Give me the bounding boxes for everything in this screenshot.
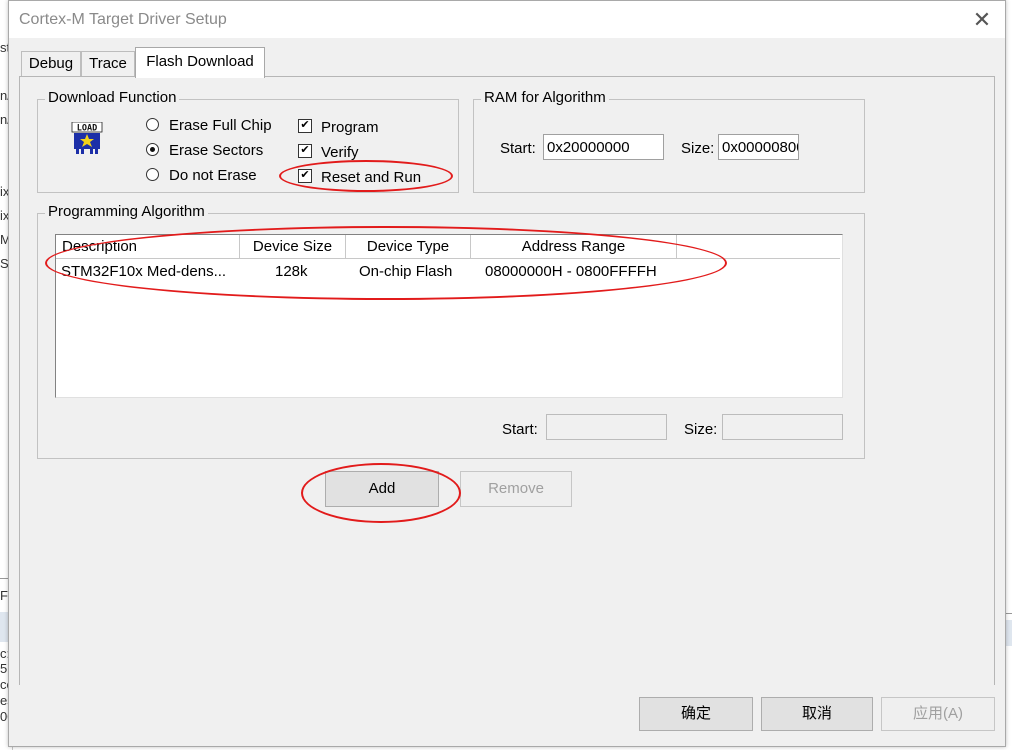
radio-label: Erase Sectors (169, 142, 264, 159)
title-bar[interactable]: Cortex-M Target Driver Setup ✕ (9, 1, 1005, 38)
checkbox-program[interactable]: ✔ Program (298, 119, 379, 137)
ram-start-label: Start: (500, 140, 536, 157)
radio-label: Do not Erase (169, 167, 257, 184)
column-header-device-type[interactable]: Device Type (346, 235, 471, 259)
load-icon: LOAD (71, 121, 103, 156)
cell-address-range: 08000000H - 0800FFFFH (485, 263, 657, 280)
algorithm-start-label: Start: (502, 421, 538, 438)
checkbox-label: Verify (321, 144, 359, 161)
cancel-button[interactable]: 取消 (761, 697, 873, 731)
table-row[interactable]: STM32F10x Med-dens... 128k On-chip Flash… (56, 260, 840, 282)
algorithm-table[interactable]: Description Device Size Device Type Addr… (55, 234, 843, 398)
tab-flash-download[interactable]: Flash Download (135, 47, 265, 78)
radio-do-not-erase[interactable]: Do not Erase (146, 167, 257, 185)
column-header-device-size[interactable]: Device Size (240, 235, 346, 259)
radio-label: Erase Full Chip (169, 117, 272, 134)
close-icon[interactable]: ✕ (969, 7, 995, 33)
add-button[interactable]: Add (325, 471, 439, 507)
cell-device-size: 128k (275, 263, 308, 280)
radio-circle-icon (146, 117, 159, 131)
column-header-empty (677, 235, 840, 259)
load-icon-text: LOAD (77, 124, 97, 134)
apply-button[interactable]: 应用(A) (881, 697, 995, 731)
dialog-window: Cortex-M Target Driver Setup ✕ Debug Tra… (8, 0, 1006, 747)
column-header-address-range[interactable]: Address Range (471, 235, 677, 259)
ram-for-algorithm-legend: RAM for Algorithm (481, 89, 609, 106)
column-header-description[interactable]: Description (56, 235, 240, 259)
ram-size-label: Size: (681, 140, 715, 157)
algorithm-size-label: Size: (684, 421, 718, 438)
checkbox-reset-and-run[interactable]: ✔ Reset and Run (298, 169, 421, 187)
ram-for-algorithm-group: RAM for Algorithm Start: 0x20000000 Size… (473, 89, 865, 193)
radio-erase-sectors[interactable]: Erase Sectors (146, 142, 263, 160)
download-function-group: Download Function LOAD Erase Full Chip E… (37, 89, 459, 193)
checkbox-label: Reset and Run (321, 169, 422, 186)
checkbox-verify[interactable]: ✔ Verify (298, 144, 359, 162)
cell-device-type: On-chip Flash (359, 263, 453, 280)
checkmark-icon: ✔ (298, 169, 312, 184)
algorithm-size-input[interactable] (722, 414, 843, 440)
checkbox-label: Program (321, 119, 379, 136)
algorithm-start-input[interactable] (546, 414, 667, 440)
checkmark-icon: ✔ (298, 144, 312, 159)
remove-button[interactable]: Remove (460, 471, 572, 507)
programming-algorithm-legend: Programming Algorithm (45, 203, 208, 220)
ram-start-input[interactable]: 0x20000000 (543, 134, 664, 160)
checkmark-icon: ✔ (298, 119, 312, 134)
radio-erase-full-chip[interactable]: Erase Full Chip (146, 117, 272, 135)
ok-button[interactable]: 确定 (639, 697, 753, 731)
window-title: Cortex-M Target Driver Setup (19, 11, 227, 28)
radio-circle-icon (146, 167, 159, 181)
ram-size-input[interactable]: 0x00000800 (718, 134, 799, 160)
download-function-legend: Download Function (45, 89, 180, 106)
cell-description: STM32F10x Med-dens... (61, 263, 227, 280)
dialog-footer: 确定 取消 应用(A) (9, 685, 1005, 746)
radio-selected-icon (146, 142, 159, 156)
tab-debug[interactable]: Debug (21, 51, 81, 76)
tab-trace[interactable]: Trace (81, 51, 135, 76)
